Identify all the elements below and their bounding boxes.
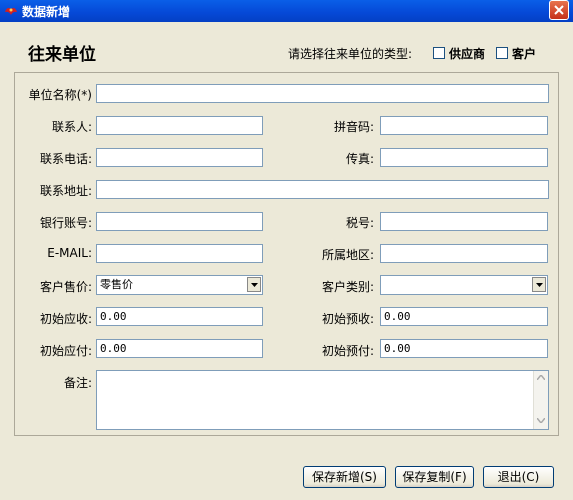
initial-payable-input[interactable]: 0.00 — [96, 339, 263, 358]
exit-button[interactable]: 退出(C) — [483, 466, 554, 488]
close-icon — [554, 5, 564, 15]
initial-prepaid-label: 初始预付: — [321, 344, 374, 358]
phone-input[interactable] — [96, 148, 263, 167]
sale-price-select[interactable]: 零售价 — [96, 275, 263, 295]
scroll-down-button[interactable] — [534, 414, 548, 429]
remarks-label: 备注: — [63, 376, 92, 390]
customer-checkbox[interactable] — [496, 47, 508, 59]
address-input[interactable] — [96, 180, 549, 199]
save-copy-button[interactable]: 保存复制(F) — [395, 466, 474, 488]
title-bar: 数据新增 — [0, 0, 573, 22]
customer-category-select[interactable] — [380, 275, 548, 295]
fax-label: 传真: — [345, 152, 374, 166]
chevron-down-icon — [536, 283, 543, 287]
supplier-checkbox[interactable] — [433, 47, 445, 59]
tax-no-input[interactable] — [380, 212, 548, 231]
initial-prereceived-label: 初始预收: — [321, 312, 374, 326]
fax-input[interactable] — [380, 148, 548, 167]
chevron-up-icon — [537, 375, 545, 380]
chevron-down-icon — [251, 283, 258, 287]
contact-label: 联系人: — [51, 120, 92, 134]
email-label: E-MAIL: — [47, 246, 92, 260]
scroll-up-button[interactable] — [534, 371, 548, 386]
customer-category-dropdown-button[interactable] — [532, 277, 546, 292]
initial-prereceived-input[interactable]: 0.00 — [380, 307, 548, 326]
page-title: 往来单位 — [28, 45, 96, 65]
sale-price-label: 客户售价: — [39, 280, 92, 294]
address-label: 联系地址: — [39, 184, 92, 198]
phone-label: 联系电话: — [39, 152, 92, 166]
email-input[interactable] — [96, 244, 263, 263]
unit-name-input[interactable] — [96, 84, 549, 103]
sale-price-dropdown-button[interactable] — [247, 277, 261, 292]
chevron-down-icon — [537, 418, 545, 423]
window-title: 数据新增 — [22, 5, 71, 19]
remarks-textarea[interactable] — [96, 370, 549, 430]
app-logo-icon — [3, 3, 19, 19]
initial-receivable-label: 初始应收: — [39, 312, 92, 326]
region-input[interactable] — [380, 244, 548, 263]
customer-category-label: 客户类别: — [321, 280, 374, 294]
sale-price-value: 零售价 — [100, 278, 133, 291]
unit-name-label: 单位名称(*) — [28, 88, 92, 102]
remarks-scrollbar[interactable] — [533, 371, 548, 429]
pinyin-input[interactable] — [380, 116, 548, 135]
contact-input[interactable] — [96, 116, 263, 135]
customer-label: 客户 — [512, 47, 537, 61]
type-prompt: 请选择往来单位的类型: — [288, 47, 413, 61]
bank-account-input[interactable] — [96, 212, 263, 231]
close-button[interactable] — [549, 0, 569, 20]
supplier-label: 供应商 — [449, 47, 486, 61]
initial-payable-label: 初始应付: — [39, 344, 92, 358]
tax-no-label: 税号: — [345, 216, 374, 230]
region-label: 所属地区: — [321, 248, 374, 262]
initial-prepaid-input[interactable]: 0.00 — [380, 339, 548, 358]
initial-receivable-input[interactable]: 0.00 — [96, 307, 263, 326]
pinyin-label: 拼音码: — [333, 120, 374, 134]
save-new-button[interactable]: 保存新增(S) — [303, 466, 386, 488]
bank-account-label: 银行账号: — [39, 216, 92, 230]
